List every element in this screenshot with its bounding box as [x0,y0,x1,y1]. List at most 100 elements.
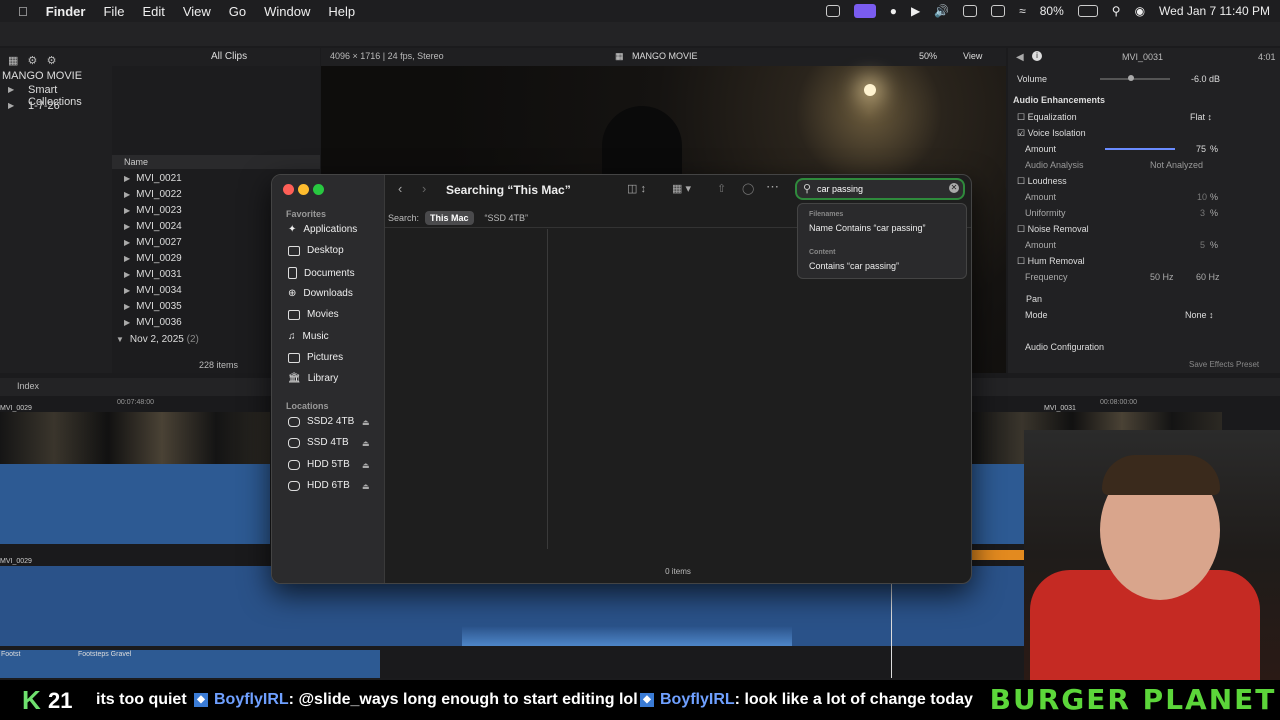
audio-enhancements-header[interactable]: Audio Enhancements [1013,95,1105,105]
back-chevron-icon[interactable]: ‹ [398,181,402,196]
save-effects-preset-button[interactable]: Save Effects Preset [1189,360,1259,369]
clip-row[interactable]: ▶ MVI_0034 [124,285,182,296]
sidebar-item-ssd[interactable]: SSD 4TB [288,437,349,448]
menu-edit[interactable]: Edit [142,4,164,19]
menu-view[interactable]: View [183,4,211,19]
noise-amount-value[interactable]: 5 [1200,240,1205,250]
all-clips-popup[interactable]: All Clips [211,51,247,62]
suggestion-content[interactable]: Contains “car passing” [809,261,899,271]
sidebar-item-movies[interactable]: Movies [288,309,339,320]
vi-amount-value[interactable]: 75 [1196,144,1206,154]
volume-icon[interactable]: 🔊 [934,4,949,18]
clip-row[interactable]: ▶ MVI_0029 [124,253,182,264]
menu-finder[interactable]: Finder [46,4,86,19]
menu-window[interactable]: Window [264,4,310,19]
suggestion-filename[interactable]: Name Contains “car passing” [809,223,926,233]
voice-isolation-checkbox[interactable]: ☑ Voice Isolation [1017,128,1086,139]
name-column-header[interactable]: Name [112,155,320,169]
menu-go[interactable]: Go [229,4,246,19]
index-button[interactable]: Index [17,381,39,391]
speaker-icon[interactable]: ◀ [1016,52,1024,63]
apple-icon[interactable]:  [18,4,28,19]
noise-removal-checkbox[interactable]: ☐ Noise Removal [1017,224,1089,235]
sidebar-item-library[interactable]: 🏛 Library [288,373,338,384]
search-icon[interactable]: ⚲ [1112,4,1121,18]
volume-value[interactable]: -6.0 dB [1191,74,1220,84]
loudness-amount-value[interactable]: 10 [1197,192,1207,202]
scope-this-mac[interactable]: This Mac [425,211,474,225]
close-button[interactable] [283,184,294,195]
loudness-checkbox[interactable]: ☐ Loudness [1017,176,1067,187]
more-icon[interactable]: ⋯ [766,179,779,195]
screen-share-icon[interactable] [825,5,840,17]
sidebar-item-applications[interactable]: ✦ Applications [288,224,357,235]
volume-slider[interactable] [1100,75,1170,81]
display-icon[interactable] [963,5,978,17]
disclosure-icon[interactable]: ▶ [8,85,14,94]
view-popup[interactable]: View [963,51,982,61]
eject-icon[interactable]: ⏏ [362,461,370,470]
tag-icon[interactable]: ◯ [742,182,754,195]
search-input[interactable]: car passing [817,184,863,194]
clip-row[interactable]: ▶ MVI_0036 [124,317,182,328]
eject-icon[interactable]: ⏏ [362,482,370,491]
sidebar-item-desktop[interactable]: Desktop [288,245,344,256]
uniformity-value[interactable]: 3 [1200,208,1205,218]
sidebar-item-ssd2[interactable]: SSD2 4TB [288,416,354,427]
forward-chevron-icon[interactable]: › [422,181,426,196]
clip-thumbnails[interactable] [0,412,270,464]
menu-file[interactable]: File [103,4,124,19]
sidebar-item-pictures[interactable]: Pictures [288,352,343,363]
disclosure-icon[interactable]: ▶ [124,286,130,295]
disclosure-icon[interactable]: ▶ [124,302,130,311]
audio-config-header[interactable]: Audio Configuration [1025,342,1104,352]
info-icon[interactable]: i [1032,51,1042,61]
disclosure-icon[interactable]: ▶ [124,238,130,247]
wifi-icon[interactable]: ≈ [1019,4,1026,18]
disclosure-icon[interactable]: ▶ [124,206,130,215]
airplay-icon[interactable] [991,5,1006,17]
audio-clip[interactable] [0,650,380,678]
battery-icon[interactable] [1077,5,1098,17]
control-center-icon[interactable] [853,4,876,18]
disclosure-icon[interactable]: ▶ [124,318,130,327]
sidebar-item-downloads[interactable]: ⊕ Downloads [288,288,353,299]
disclosure-icon[interactable]: ▶ [124,270,130,279]
hum-removal-checkbox[interactable]: ☐ Hum Removal [1017,256,1085,267]
freq-50-radio[interactable]: 50 Hz [1150,272,1174,282]
disclosure-icon[interactable]: ▶ [124,190,130,199]
disclosure-icon[interactable]: ▶ [8,101,14,110]
siri-icon[interactable]: ◉ [1135,4,1145,18]
minimize-button[interactable] [298,184,309,195]
library-toolbar-icons[interactable]: ▦ ⚙ ⚙ [8,54,56,67]
clip-row[interactable]: ▶ MVI_0027 [124,237,182,248]
disclosure-open-icon[interactable]: ▼ [116,335,124,344]
clip-row[interactable]: ▶ MVI_0023 [124,205,182,216]
sidebar-item-documents[interactable]: Documents [288,267,355,279]
clip-row[interactable]: ▶ MVI_0024 [124,221,182,232]
clip-row[interactable]: ▶ MVI_0021 [124,173,182,184]
share-icon[interactable]: ⇧ [717,182,726,195]
library-name[interactable]: MANGO MOVIE [2,70,82,82]
menu-help[interactable]: Help [328,4,355,19]
group-icon[interactable]: ▦ ▾ [672,182,691,195]
view-columns-icon[interactable]: ◫ ↕ [627,182,646,195]
library-item-event[interactable]: 1-7-26 [28,100,60,112]
scope-ssd[interactable]: “SSD 4TB” [480,211,534,225]
equalization-checkbox[interactable]: ☐ Equalization [1017,112,1077,123]
clip-audio[interactable] [0,464,270,544]
disclosure-icon[interactable]: ▶ [124,254,130,263]
record-icon[interactable]: ● [890,4,897,18]
play-icon[interactable]: ▶ [911,4,920,18]
freq-60-radio[interactable]: 60 Hz [1196,272,1220,282]
zoom-popup[interactable]: 50% [919,51,937,61]
disclosure-icon[interactable]: ▶ [124,222,130,231]
column-divider[interactable] [547,229,548,549]
clip-row[interactable]: ▶ MVI_0035 [124,301,182,312]
clip-row[interactable]: ▶ MVI_0022 [124,189,182,200]
sidebar-item-hdd5[interactable]: HDD 5TB [288,459,350,470]
zoom-button[interactable] [313,184,324,195]
mode-popup[interactable]: None ↕ [1185,310,1214,320]
clock[interactable]: Wed Jan 7 11:40 PM [1159,4,1270,18]
disclosure-icon[interactable]: ▶ [124,174,130,183]
